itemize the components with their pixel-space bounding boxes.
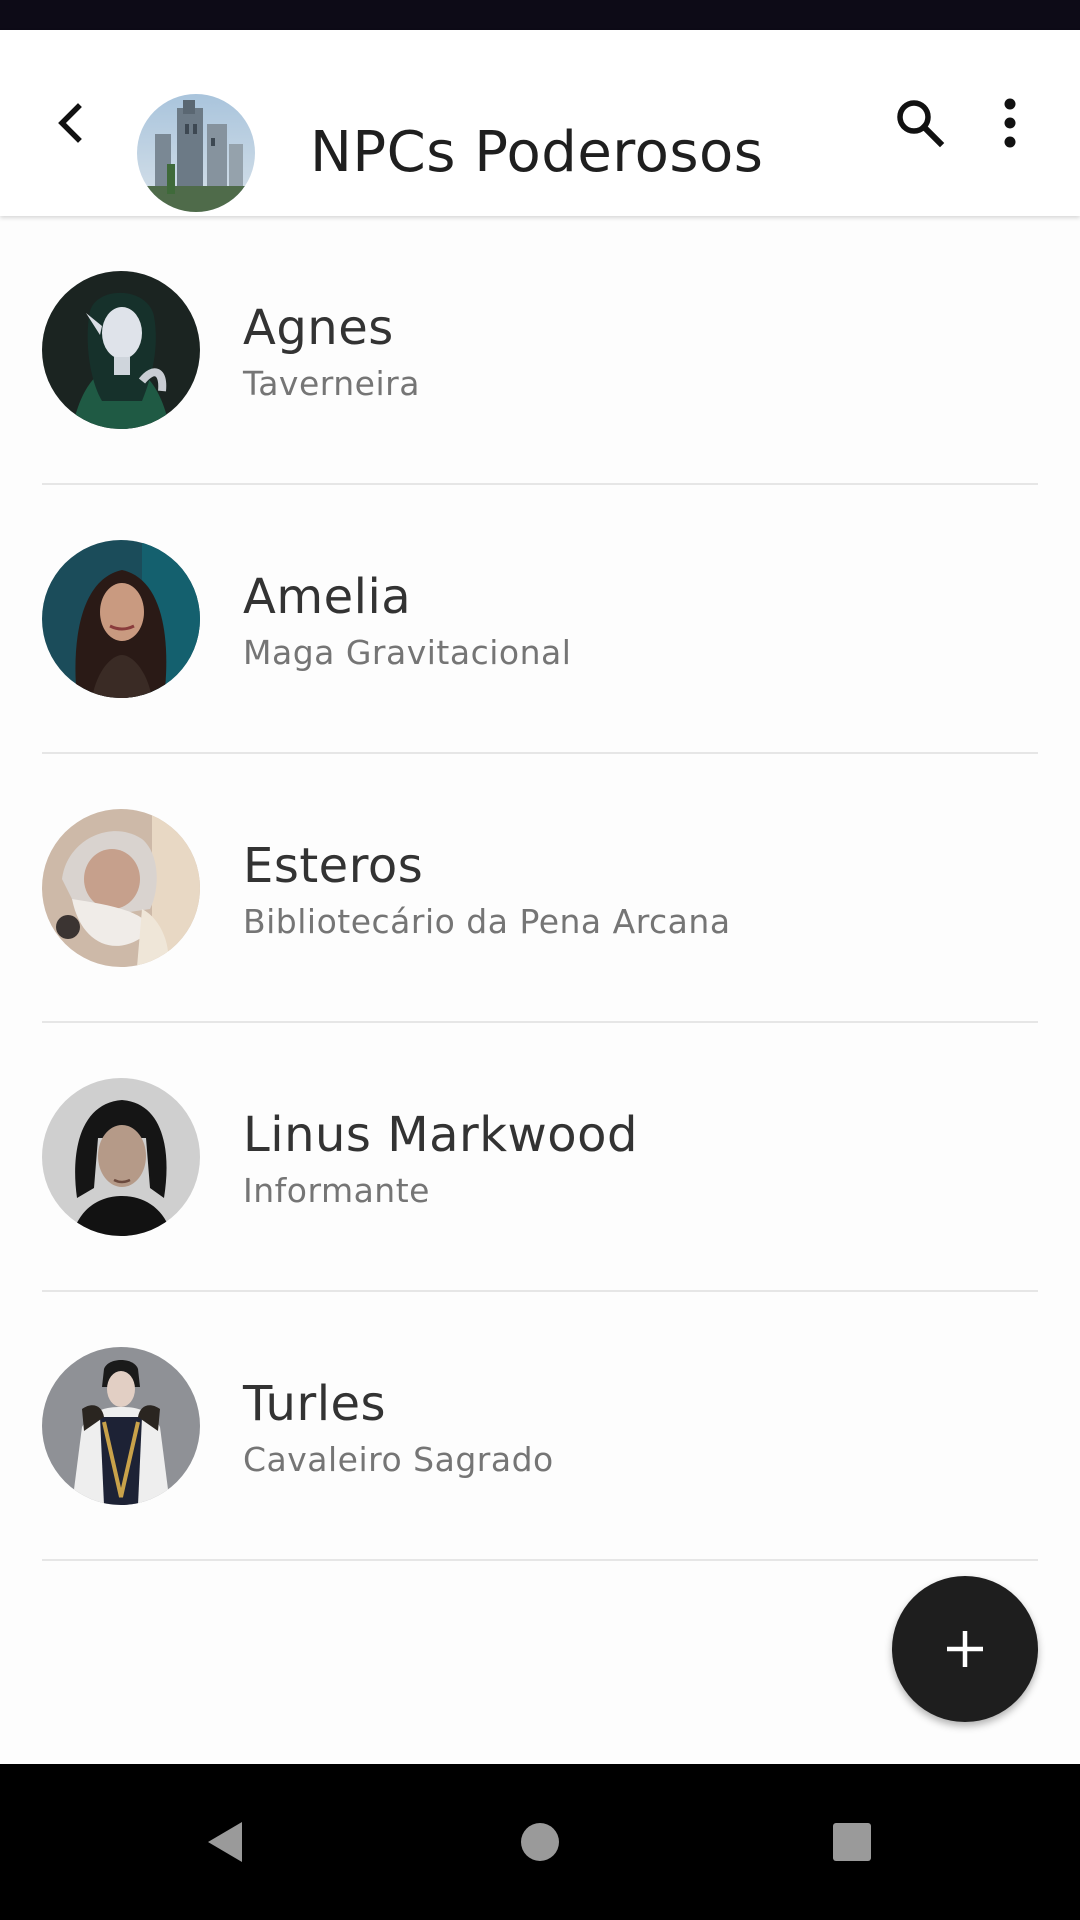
npc-role: Cavaleiro Sagrado bbox=[243, 1440, 554, 1479]
npc-name: Amelia bbox=[243, 569, 412, 625]
arrow-back-icon bbox=[58, 103, 82, 143]
status-bar bbox=[0, 0, 1080, 30]
npc-name: Agnes bbox=[243, 300, 394, 356]
npc-list-item[interactable]: Turles Cavaleiro Sagrado bbox=[0, 1292, 1080, 1561]
nav-home-button[interactable] bbox=[500, 1802, 580, 1882]
nav-home-icon bbox=[521, 1823, 559, 1861]
more-options-button[interactable] bbox=[970, 83, 1050, 163]
npc-name: Linus Markwood bbox=[243, 1107, 639, 1163]
add-icon bbox=[947, 1631, 983, 1667]
npc-name: Turles bbox=[243, 1376, 387, 1432]
npc-role: Informante bbox=[243, 1171, 430, 1210]
nav-back-button[interactable] bbox=[186, 1802, 266, 1882]
npc-list-item[interactable]: Agnes Taverneira bbox=[0, 216, 1080, 485]
npc-list-item[interactable]: Linus Markwood Informante bbox=[0, 1023, 1080, 1292]
npc-name: Esteros bbox=[243, 838, 424, 894]
app-bar: NPCs Poderosos bbox=[0, 30, 1080, 216]
npc-role: Taverneira bbox=[243, 364, 420, 403]
divider bbox=[42, 1559, 1038, 1561]
avatar bbox=[42, 271, 200, 429]
add-npc-button[interactable] bbox=[892, 1576, 1038, 1722]
avatar bbox=[42, 809, 200, 967]
npc-list-item[interactable]: Esteros Bibliotecário da Pena Arcana bbox=[0, 754, 1080, 1023]
avatar bbox=[42, 1078, 200, 1236]
avatar bbox=[42, 540, 200, 698]
npc-role: Maga Gravitacional bbox=[243, 633, 572, 672]
page-title: NPCs Poderosos bbox=[310, 120, 764, 185]
nav-recents-button[interactable] bbox=[812, 1802, 892, 1882]
castle-avatar[interactable] bbox=[137, 94, 255, 212]
search-button[interactable] bbox=[880, 83, 960, 163]
search-icon bbox=[897, 100, 945, 148]
back-button[interactable] bbox=[32, 83, 112, 163]
npc-list-item[interactable]: Amelia Maga Gravitacional bbox=[0, 485, 1080, 754]
npc-list: Agnes Taverneira Amelia Maga Gravitacion… bbox=[0, 216, 1080, 1561]
npc-role: Bibliotecário da Pena Arcana bbox=[243, 902, 731, 941]
system-nav-bar bbox=[0, 1764, 1080, 1920]
nav-recents-icon bbox=[833, 1823, 871, 1861]
avatar bbox=[42, 1347, 200, 1505]
nav-back-icon bbox=[208, 1822, 242, 1862]
more-vert-icon bbox=[1004, 98, 1016, 148]
